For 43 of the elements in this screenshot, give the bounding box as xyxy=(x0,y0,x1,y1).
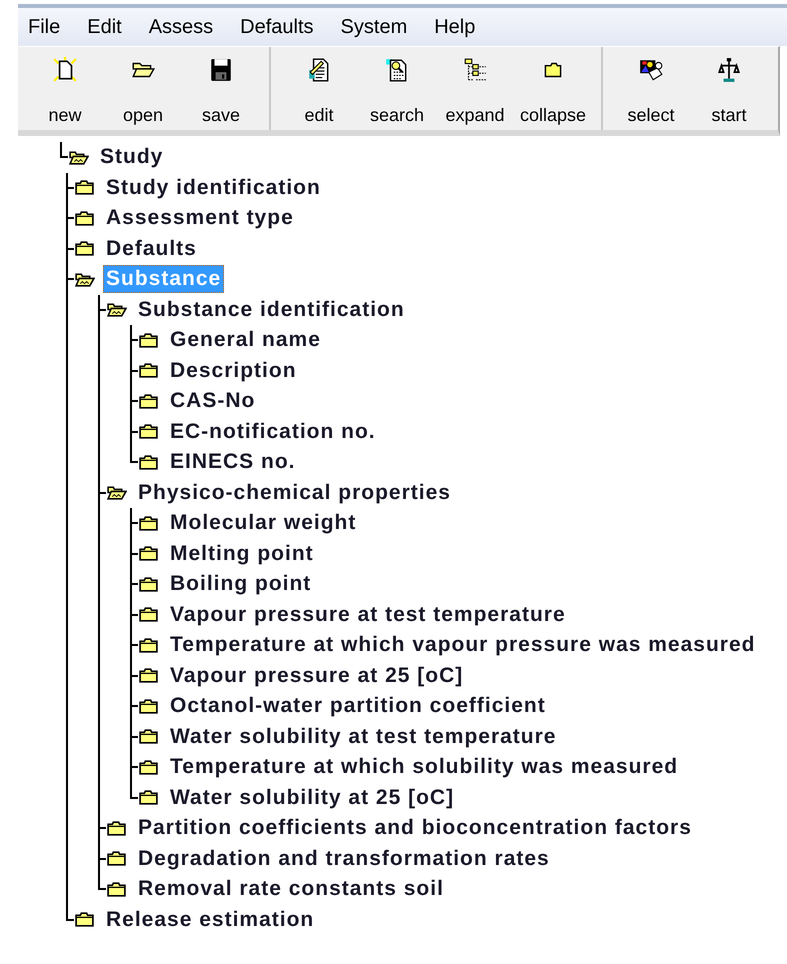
tree-item[interactable]: Study identification xyxy=(103,174,324,202)
tree-item[interactable]: Removal rate constants soil xyxy=(135,875,447,904)
toolbar-button[interactable]: new xyxy=(26,47,104,130)
tree-item[interactable]: General name xyxy=(167,326,324,354)
tree-item[interactable]: EINECS no. xyxy=(167,448,299,476)
toolbar-button[interactable]: select xyxy=(612,47,690,130)
balance-scale-icon xyxy=(716,57,742,83)
tree-item[interactable]: Octanol-water partition coefficient xyxy=(167,692,549,720)
menu-item[interactable]: Defaults xyxy=(240,16,314,38)
tree-item[interactable]: Water solubility at test temperature xyxy=(167,722,560,751)
menu-item[interactable]: Edit xyxy=(87,16,122,38)
toolbar-button[interactable]: search xyxy=(358,47,436,130)
tree-item[interactable]: CAS-No xyxy=(167,387,258,416)
toolbar-button[interactable]: collapse xyxy=(514,47,592,130)
toolbar-button[interactable]: save xyxy=(182,47,260,130)
tree-item[interactable]: Description xyxy=(167,356,300,385)
tree-item[interactable]: Water solubility at 25 [oC] xyxy=(167,784,458,812)
tree-item[interactable]: Substance identification xyxy=(135,296,408,324)
tree-item[interactable]: Temperature at which solubility was measured xyxy=(167,753,682,782)
folder-tree-icon xyxy=(462,57,488,83)
tree-item[interactable]: Temperature at which vapour pressure was measured xyxy=(167,631,758,660)
tree-item[interactable]: EC-notification no. xyxy=(167,418,379,446)
tree-item[interactable]: Molecular weight xyxy=(167,509,360,538)
tree-item[interactable]: Defaults xyxy=(103,234,200,263)
new-document-icon xyxy=(52,57,78,83)
toolbar-button[interactable]: open xyxy=(104,47,182,130)
tree-item[interactable]: Boiling point xyxy=(167,570,314,598)
tree-item[interactable]: Physico-chemical properties xyxy=(135,478,454,507)
tree-item[interactable]: Vapour pressure at 25 [oC] xyxy=(167,662,466,690)
tree-item[interactable]: Release estimation xyxy=(103,906,318,934)
tree-item[interactable]: Degradation and transformation rates xyxy=(135,844,553,873)
tree-item[interactable]: Vapour pressure at test temperature xyxy=(167,600,569,629)
menu-item[interactable]: File xyxy=(28,16,60,38)
menu-item[interactable]: Help xyxy=(434,16,476,38)
toolbar-button[interactable]: edit xyxy=(280,47,358,130)
tree-item[interactable]: Assessment type xyxy=(103,204,297,232)
menu-item[interactable]: Assess xyxy=(148,16,214,38)
toolbar-button[interactable]: expand xyxy=(436,47,514,130)
tree-item[interactable]: Partition coefficients and bioconcentration factors xyxy=(135,814,695,842)
menu-item[interactable]: System xyxy=(340,16,408,38)
tree-item[interactable]: Study xyxy=(97,143,166,172)
toolbar-button[interactable]: start xyxy=(690,47,768,130)
tree-item[interactable]: Melting point xyxy=(167,540,317,568)
